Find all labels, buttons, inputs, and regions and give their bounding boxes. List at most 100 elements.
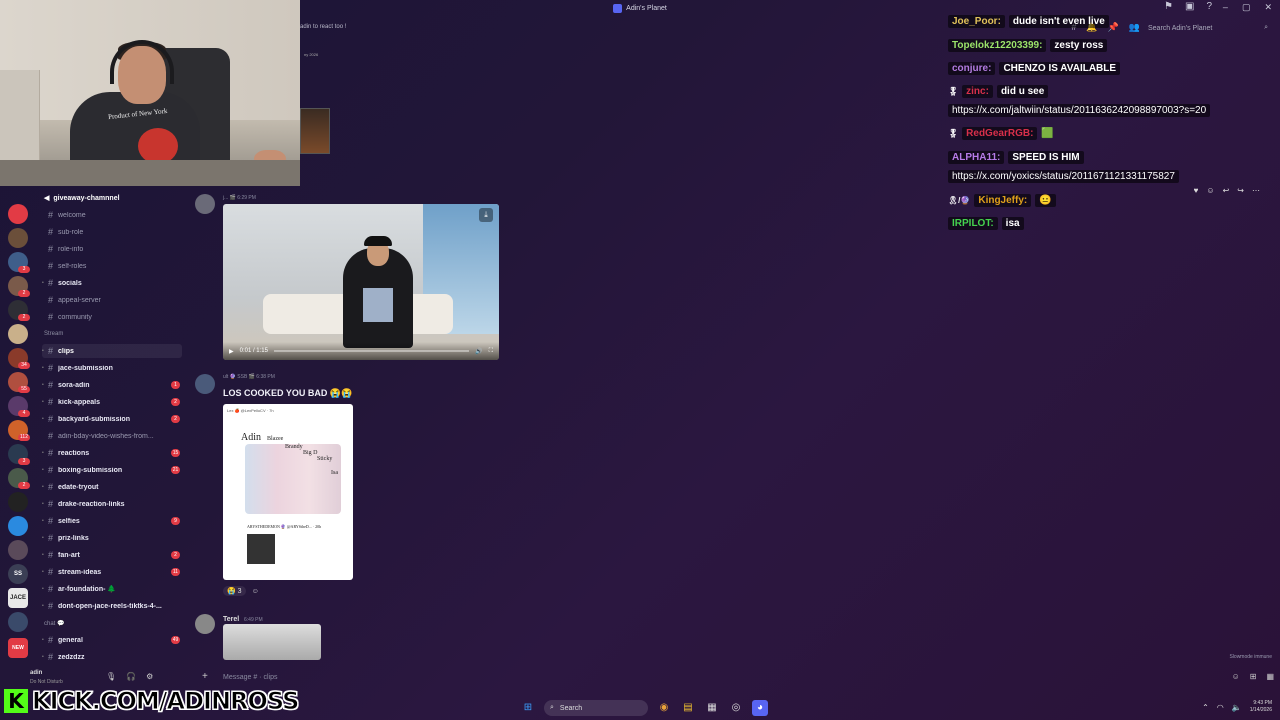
server-icon[interactable] (8, 228, 28, 248)
hash-icon: # (48, 652, 54, 662)
video-controls: ▶ 0:01 / 1:15 🔊 ⛶ (223, 342, 499, 360)
channel-item[interactable]: # self-roles (42, 259, 182, 273)
heart-icon[interactable]: ♥ (1194, 186, 1199, 195)
apps-icon[interactable]: ⊞ (1250, 672, 1257, 681)
taskbar-search[interactable]: ⌕ Search (544, 700, 648, 716)
add-reaction-icon[interactable]: ☺ (252, 588, 259, 595)
message-author[interactable]: Terel (223, 616, 239, 623)
discord-icon[interactable]: ◕ (752, 700, 768, 716)
image-attachment[interactable] (223, 624, 321, 660)
image-attachment[interactable]: Lex 🍎 @LexPelloCV · 7h Adin Blazee Brand… (223, 404, 353, 580)
server-icon-jace[interactable]: JACE (8, 588, 28, 608)
chat-username: conjure: (948, 61, 996, 75)
channel-item[interactable]: # sub-role (42, 225, 182, 239)
obs-icon[interactable]: ◎ (728, 700, 744, 716)
app-icon[interactable]: ▦ (704, 700, 720, 716)
channel-item[interactable]: # appeal-server (42, 293, 182, 307)
channel-item[interactable]: • # clips (42, 344, 182, 358)
message-input[interactable]: Message # · clips (223, 674, 277, 681)
channel-item[interactable]: • # drake-reaction-links (42, 497, 182, 511)
avatar[interactable] (195, 374, 215, 394)
volume-icon[interactable]: 🔈 (1232, 703, 1242, 712)
channel-item[interactable]: # role-info (42, 242, 182, 256)
chrome-icon[interactable]: ◉ (656, 700, 672, 716)
gift-icon[interactable]: ▦ (1266, 672, 1274, 681)
avatar[interactable] (195, 194, 215, 214)
channel-item[interactable]: • # selfies 9 (42, 514, 182, 528)
emoji-icon[interactable]: ☺ (1232, 672, 1240, 681)
chat-username: RedGearRGB: (962, 126, 1038, 140)
hash-icon: # (48, 448, 54, 458)
channel-header[interactable]: ◀ giveaway-chamnnel (44, 194, 120, 203)
reaction-count: 3 (237, 588, 242, 595)
fullscreen-icon[interactable]: ⛶ (489, 348, 493, 355)
channel-item[interactable]: • # fan-art 2 (42, 548, 182, 562)
add-attachment-button[interactable]: + (202, 671, 208, 682)
chat-username: IRPILOT: (948, 216, 998, 230)
chat-link[interactable]: https://x.com/yoxics/status/201167112133… (948, 169, 1179, 183)
channel-name: fan-art (58, 551, 80, 559)
server-icon[interactable] (8, 612, 28, 632)
volume-icon[interactable]: 🔊 (475, 348, 482, 355)
server-icon[interactable] (8, 492, 28, 512)
chat-message: 🎖 zinc: did u see (948, 82, 1049, 100)
channel-item[interactable]: • # edate-tryout (42, 480, 182, 494)
server-icon-new[interactable]: NEW (8, 638, 28, 658)
channel-item[interactable]: • # general 49 (42, 633, 182, 647)
reply-icon[interactable]: ↩ (1223, 186, 1230, 195)
hash-icon: # (48, 601, 54, 611)
unread-badge: 2 (171, 398, 180, 406)
channel-name: role-info (58, 245, 84, 253)
unread-badge: 1 (171, 381, 180, 389)
channel-item[interactable]: • # ar-foundation- 🌲 (42, 582, 182, 596)
play-icon[interactable]: ▶ (229, 348, 234, 355)
chat-link[interactable]: https://x.com/jaltwiin/status/2011636242… (948, 103, 1211, 117)
channel-item[interactable]: # adin-bday-video-wishes-from... (42, 429, 182, 443)
clock[interactable]: 9:43 PM 1/14/2026 (1250, 700, 1272, 714)
video-attachment[interactable]: ⤓ ▶ 0:01 / 1:15 🔊 ⛶ (223, 204, 499, 360)
server-badge: 55 (18, 386, 30, 393)
avatar[interactable] (195, 614, 215, 634)
headphones-icon[interactable]: 🎧 (126, 672, 136, 681)
server-icon[interactable] (8, 516, 28, 536)
file-explorer-icon[interactable]: ▤ (680, 700, 696, 716)
channel-item[interactable]: • # zedzdzz (42, 650, 182, 664)
meme-label: Isa (331, 470, 338, 476)
channel-category[interactable]: chat 💬 (44, 620, 64, 627)
channel-item[interactable]: • # kick-appeals 2 (42, 395, 182, 409)
video-progress[interactable] (273, 350, 470, 352)
mini-thumbnail[interactable] (300, 108, 330, 154)
channel-item[interactable]: # welcome (42, 208, 182, 222)
video-time: 0:01 / 1:15 (239, 348, 268, 354)
channel-item[interactable]: • # dont-open-jace-reels-tiktks-4-... (42, 599, 182, 613)
emoji-react-icon[interactable]: ☺ (1206, 186, 1214, 195)
channel-item[interactable]: • # stream-ideas 11 (42, 565, 182, 579)
channel-item[interactable]: • # priz-links (42, 531, 182, 545)
windows-start-icon[interactable]: ⊞ (520, 700, 536, 716)
channel-item[interactable]: • # reactions 15 (42, 446, 182, 460)
composer-tools: ☺ ⊞ ▦ (1232, 672, 1274, 681)
settings-icon[interactable]: ⚙ (146, 672, 153, 681)
channel-item[interactable]: # community (42, 310, 182, 324)
chat-message: IRPILOT: isa (948, 214, 1024, 232)
reaction[interactable]: 😭 3 (223, 586, 246, 596)
wifi-icon[interactable]: ◠ (1217, 703, 1224, 712)
channel-category[interactable]: Stream (44, 331, 63, 337)
server-icon[interactable] (8, 540, 28, 560)
channel-item[interactable]: • # socials (42, 276, 182, 290)
chat-username: zinc: (962, 84, 993, 98)
channel-item[interactable]: • # jace-submission (42, 361, 182, 375)
microphone-icon[interactable]: 🎙 (106, 672, 116, 681)
channel-item[interactable]: • # boxing-submission 21 (42, 463, 182, 477)
channel-item[interactable]: • # backyard-submission 2 (42, 412, 182, 426)
download-icon[interactable]: ⤓ (479, 208, 493, 222)
chevron-up-icon[interactable]: ⌃ (1202, 703, 1209, 712)
hash-icon: # (48, 261, 54, 271)
server-icon[interactable] (8, 324, 28, 344)
channel-item[interactable]: • # sora-adin 1 (42, 378, 182, 392)
more-icon[interactable]: ⋯ (1252, 186, 1260, 195)
user-name[interactable]: adin (30, 670, 42, 676)
server-icon[interactable] (8, 204, 28, 224)
server-icon-ss[interactable]: SS (8, 564, 28, 584)
forward-icon[interactable]: ↪ (1237, 186, 1244, 195)
